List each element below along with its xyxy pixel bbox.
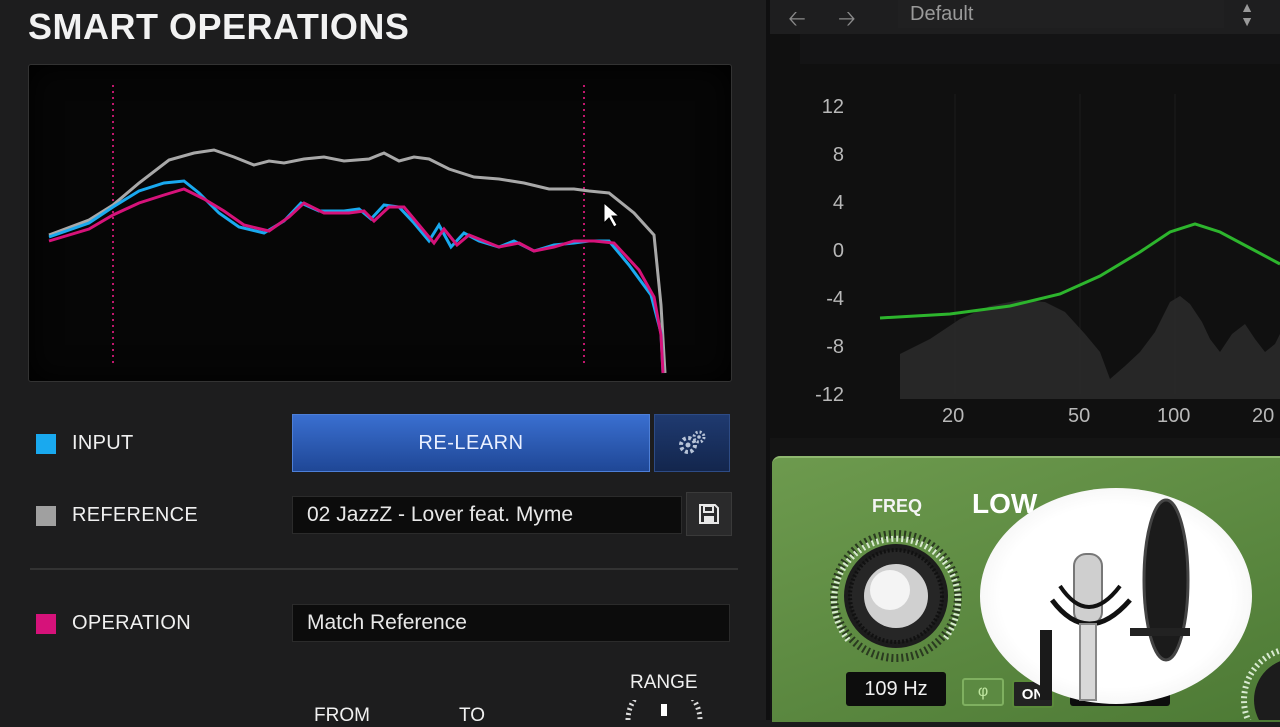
reference-curve [48, 148, 667, 374]
freq-value-display[interactable]: 109 Hz [846, 672, 946, 706]
freq-knob[interactable] [828, 528, 964, 664]
settings-button[interactable] [654, 414, 730, 472]
eq-x-label: 50 [1068, 405, 1091, 427]
range-knob[interactable] [622, 700, 706, 720]
microphone-overlay [980, 488, 1252, 704]
operation-label: OPERATION [72, 612, 192, 634]
freq-label: FREQ [872, 496, 923, 516]
eq-y-label: 0 [832, 240, 844, 262]
chevron-down-icon[interactable]: ▼ [1240, 13, 1254, 29]
gears-icon [679, 430, 706, 454]
reference-track-field[interactable]: 02 JazzZ - Lover feat. Myme [292, 496, 682, 534]
operation-swatch [36, 614, 56, 634]
eq-y-label: -12 [815, 384, 844, 406]
input-label: INPUT [72, 432, 134, 454]
eq-y-label: 12 [821, 96, 844, 118]
input-curve [48, 179, 665, 374]
eq-x-label: 20 [942, 405, 965, 427]
input-swatch [36, 434, 56, 454]
analyzer-fill [900, 296, 1280, 399]
preset-stepper[interactable]: ▲ ▼ [1230, 0, 1264, 34]
eq-graph[interactable] [770, 34, 1280, 438]
section-divider [30, 568, 738, 570]
mouse-cursor-icon [603, 201, 621, 228]
eq-y-label: -4 [826, 288, 844, 310]
from-label: FROM [314, 705, 370, 726]
reference-label: REFERENCE [72, 504, 199, 526]
microphone-icon [1040, 498, 1190, 701]
relearn-button[interactable]: RE-LEARN [292, 414, 650, 472]
spectrum-display[interactable] [28, 64, 732, 382]
eq-y-label: 8 [832, 144, 844, 166]
page-title: SMART OPERATIONS [28, 6, 410, 47]
operation-select[interactable]: Match Reference [292, 604, 730, 642]
reference-swatch [36, 506, 56, 526]
eq-y-label: 4 [832, 192, 844, 214]
eq-y-label: -8 [826, 336, 844, 358]
floppy-disk-icon [699, 504, 719, 524]
preset-select[interactable]: Default [898, 0, 1224, 28]
operation-curve [48, 187, 665, 374]
save-button[interactable] [686, 492, 732, 536]
range-label: RANGE [630, 672, 698, 693]
to-label: TO [459, 705, 486, 726]
eq-x-label: 20 [1252, 405, 1275, 427]
eq-x-label: 100 [1157, 405, 1191, 427]
